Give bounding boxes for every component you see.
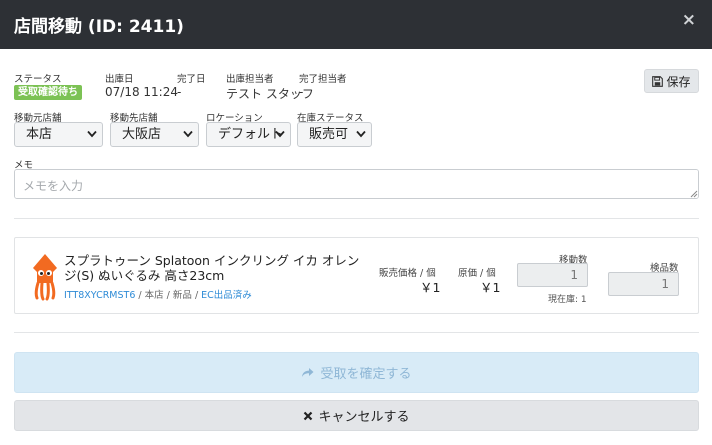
- chevron-down-icon: [275, 130, 285, 138]
- meta-separator: /: [135, 290, 145, 301]
- location-value: デフォルト: [218, 127, 284, 142]
- from-store-value: 本店: [26, 127, 53, 142]
- item-store: 本店: [144, 290, 164, 301]
- inspected-qty-input[interactable]: 1: [608, 272, 679, 296]
- item-condition: 新品: [172, 290, 192, 301]
- completer-label: 完了担当者: [299, 74, 347, 85]
- current-stock-note: 現在庫: 1: [548, 295, 587, 305]
- floppy-disk-icon: [652, 75, 664, 87]
- cost-value: ￥1: [480, 280, 501, 295]
- completed-date-label: 完了日: [177, 74, 206, 85]
- cancel-label: キャンセルする: [318, 410, 410, 425]
- shipped-date-label: 出庫日: [105, 74, 134, 85]
- stock-status-select[interactable]: 販売可: [297, 122, 372, 147]
- chevron-down-icon: [87, 130, 97, 138]
- save-button[interactable]: 保存: [644, 69, 699, 93]
- to-store-value: 大阪店: [122, 127, 162, 142]
- meta-separator: /: [163, 290, 173, 301]
- save-button-label: 保存: [666, 74, 691, 89]
- status-badge: 受取確認待ち: [14, 85, 82, 100]
- completed-date-value: -: [177, 85, 182, 99]
- divider: [14, 218, 699, 219]
- to-store-select[interactable]: 大阪店: [110, 122, 199, 147]
- modal-title: 店間移動 (ID: 2411): [14, 17, 184, 37]
- memo-input[interactable]: [14, 169, 699, 199]
- chevron-down-icon: [356, 130, 366, 138]
- cancel-button[interactable]: キャンセルする: [14, 400, 699, 431]
- item-meta: ITT8XYCRMST6 / 本店 / 新品 / EC出品済み: [64, 287, 252, 301]
- resize-handle-icon[interactable]: [690, 190, 698, 198]
- share-arrow-icon: [302, 368, 314, 377]
- completer-value: -: [299, 85, 304, 99]
- close-icon: [304, 411, 313, 420]
- shipper-label: 出庫担当者: [226, 74, 274, 85]
- ec-status-link[interactable]: EC出品済み: [201, 290, 252, 301]
- transfer-qty-input[interactable]: 1: [517, 263, 588, 287]
- sale-price-value: ￥1: [420, 280, 441, 295]
- confirm-receipt-label: 受取を確定する: [320, 367, 412, 382]
- shipped-date-value: 07/18 11:24: [105, 85, 178, 99]
- from-store-select[interactable]: 本店: [14, 122, 103, 147]
- divider: [14, 332, 699, 333]
- modal-header: 店間移動 (ID: 2411) ×: [0, 0, 712, 49]
- status-label: ステータス: [14, 74, 62, 85]
- meta-separator: /: [191, 290, 202, 301]
- confirm-receipt-button[interactable]: 受取を確定する: [14, 352, 699, 393]
- item-name: スプラトゥーン Splatoon インクリング イカ オレンジ(S) ぬいぐるみ…: [64, 253, 360, 283]
- close-icon[interactable]: ×: [682, 10, 696, 30]
- product-thumbnail: [33, 254, 57, 301]
- location-select[interactable]: デフォルト: [206, 122, 291, 147]
- chevron-down-icon: [183, 130, 193, 138]
- stock-status-value: 販売可: [309, 127, 349, 142]
- item-sku-link[interactable]: ITT8XYCRMST6: [64, 290, 135, 301]
